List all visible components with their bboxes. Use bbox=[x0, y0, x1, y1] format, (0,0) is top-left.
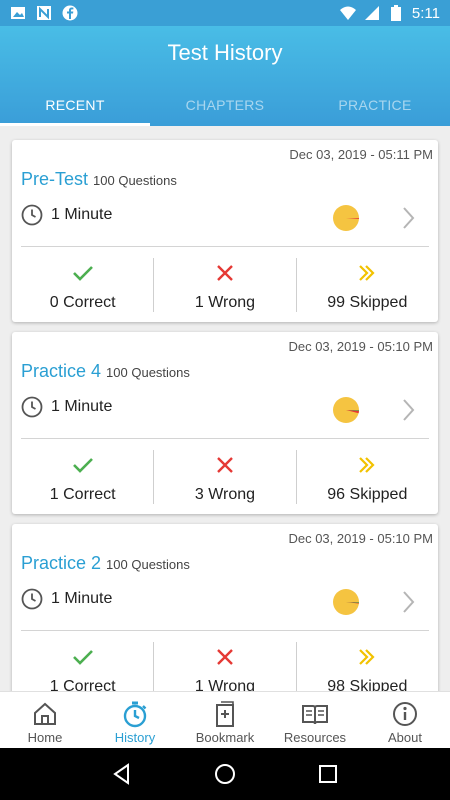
bottom-nav: Home History Bookmark Resources About bbox=[0, 691, 450, 748]
skipped-stat: 99 Skipped bbox=[295, 258, 438, 312]
question-count: 100 Questions bbox=[106, 365, 190, 380]
history-card[interactable]: Dec 03, 2019 - 05:11 PM Pre-Test 100 Que… bbox=[12, 140, 438, 322]
time-taken: 1 Minute bbox=[51, 398, 113, 415]
clock-icon bbox=[21, 396, 43, 418]
tab-bar: RECENT CHAPTERS PRACTICE bbox=[0, 84, 450, 126]
app-bar: Test History RECENT CHAPTERS PRACTICE bbox=[0, 26, 450, 126]
clock-icon bbox=[21, 204, 43, 226]
time-taken: 1 Minute bbox=[51, 206, 113, 223]
divider bbox=[21, 630, 429, 631]
status-bar: 5:11 bbox=[0, 0, 450, 26]
stats-row: 0 Correct 1 Wrong 99 Skipped bbox=[12, 258, 438, 312]
double-chevron-icon bbox=[359, 265, 375, 281]
wrong-stat: 1 Wrong bbox=[153, 642, 295, 691]
recents-icon[interactable] bbox=[316, 762, 340, 786]
back-icon[interactable] bbox=[110, 762, 134, 786]
card-date: Dec 03, 2019 - 05:11 PM bbox=[289, 147, 433, 162]
signal-icon bbox=[364, 5, 380, 21]
skipped-stat: 98 Skipped bbox=[295, 642, 438, 691]
correct-stat: 0 Correct bbox=[12, 258, 153, 312]
question-count: 100 Questions bbox=[93, 173, 177, 188]
cross-icon bbox=[217, 457, 233, 473]
stats-row: 1 Correct 1 Wrong 98 Skipped bbox=[12, 642, 438, 691]
history-list[interactable]: Dec 03, 2019 - 05:11 PM Pre-Test 100 Que… bbox=[0, 126, 450, 691]
tab-recent[interactable]: RECENT bbox=[0, 84, 150, 126]
wrong-count: 1 Wrong bbox=[194, 678, 256, 691]
divider bbox=[21, 246, 429, 247]
book-icon bbox=[302, 705, 328, 725]
chevron-right-icon[interactable] bbox=[398, 396, 418, 424]
correct-count: 0 Correct bbox=[49, 294, 116, 311]
cross-icon bbox=[217, 649, 233, 665]
nav-label: About bbox=[388, 730, 422, 745]
skipped-count: 96 Skipped bbox=[327, 486, 408, 503]
stats-row: 1 Correct 3 Wrong 96 Skipped bbox=[12, 450, 438, 504]
skipped-count: 99 Skipped bbox=[327, 294, 408, 311]
correct-count: 1 Correct bbox=[49, 678, 116, 691]
image-icon bbox=[10, 5, 26, 21]
card-title: Practice 4 100 Questions bbox=[21, 361, 190, 382]
double-chevron-icon bbox=[359, 649, 375, 665]
nav-label: Bookmark bbox=[195, 730, 255, 745]
time-taken: 1 Minute bbox=[51, 590, 113, 607]
nav-history[interactable]: History bbox=[90, 692, 180, 748]
score-pie-icon bbox=[333, 205, 359, 231]
nav-home[interactable]: Home bbox=[0, 692, 90, 748]
bookmark-icon bbox=[216, 701, 234, 727]
card-date: Dec 03, 2019 - 05:10 PM bbox=[288, 339, 433, 354]
wrong-stat: 1 Wrong bbox=[153, 258, 295, 312]
correct-stat: 1 Correct bbox=[12, 642, 153, 691]
correct-count: 1 Correct bbox=[49, 486, 116, 503]
time-row: 1 Minute bbox=[21, 204, 112, 226]
test-name: Practice 2 bbox=[21, 553, 102, 573]
tab-practice[interactable]: PRACTICE bbox=[300, 84, 450, 126]
cross-icon bbox=[217, 265, 233, 281]
clock-icon bbox=[21, 588, 43, 610]
home-circle-icon[interactable] bbox=[213, 762, 237, 786]
nav-about[interactable]: About bbox=[360, 692, 450, 748]
nav-label: History bbox=[114, 730, 156, 745]
card-title: Pre-Test 100 Questions bbox=[21, 169, 177, 190]
nav-bookmark[interactable]: Bookmark bbox=[180, 692, 270, 748]
card-title: Practice 2 100 Questions bbox=[21, 553, 190, 574]
correct-stat: 1 Correct bbox=[12, 450, 153, 504]
skipped-stat: 96 Skipped bbox=[295, 450, 438, 504]
wrong-count: 1 Wrong bbox=[194, 294, 256, 311]
nav-label: Home bbox=[27, 730, 63, 745]
home-icon bbox=[34, 702, 56, 725]
info-icon bbox=[393, 702, 417, 726]
system-nav-bar bbox=[0, 748, 450, 800]
double-chevron-icon bbox=[359, 457, 375, 473]
nav-resources[interactable]: Resources bbox=[270, 692, 360, 748]
time-row: 1 Minute bbox=[21, 588, 112, 610]
stopwatch-icon bbox=[123, 701, 147, 728]
score-pie-icon bbox=[333, 397, 359, 423]
wrong-stat: 3 Wrong bbox=[153, 450, 295, 504]
battery-icon bbox=[388, 5, 404, 21]
history-card[interactable]: Dec 03, 2019 - 05:10 PM Practice 2 100 Q… bbox=[12, 524, 438, 691]
page-title: Test History bbox=[167, 40, 283, 65]
card-date: Dec 03, 2019 - 05:10 PM bbox=[288, 531, 433, 546]
score-pie-icon bbox=[333, 589, 359, 615]
wrong-count: 3 Wrong bbox=[194, 486, 256, 503]
facebook-icon bbox=[62, 5, 78, 21]
test-name: Practice 4 bbox=[21, 361, 102, 381]
status-time: 5:11 bbox=[411, 4, 440, 22]
n-icon bbox=[36, 5, 52, 21]
divider bbox=[21, 438, 429, 439]
test-name: Pre-Test bbox=[21, 169, 89, 189]
time-row: 1 Minute bbox=[21, 396, 112, 418]
question-count: 100 Questions bbox=[106, 557, 190, 572]
skipped-count: 98 Skipped bbox=[327, 678, 408, 691]
nav-label: Resources bbox=[283, 730, 347, 745]
chevron-right-icon[interactable] bbox=[398, 588, 418, 616]
check-icon bbox=[72, 458, 93, 473]
tab-chapters[interactable]: CHAPTERS bbox=[150, 84, 300, 126]
history-card[interactable]: Dec 03, 2019 - 05:10 PM Practice 4 100 Q… bbox=[12, 332, 438, 514]
check-icon bbox=[72, 650, 93, 665]
chevron-right-icon[interactable] bbox=[398, 204, 418, 232]
wifi-icon bbox=[339, 5, 356, 21]
check-icon bbox=[72, 266, 93, 281]
